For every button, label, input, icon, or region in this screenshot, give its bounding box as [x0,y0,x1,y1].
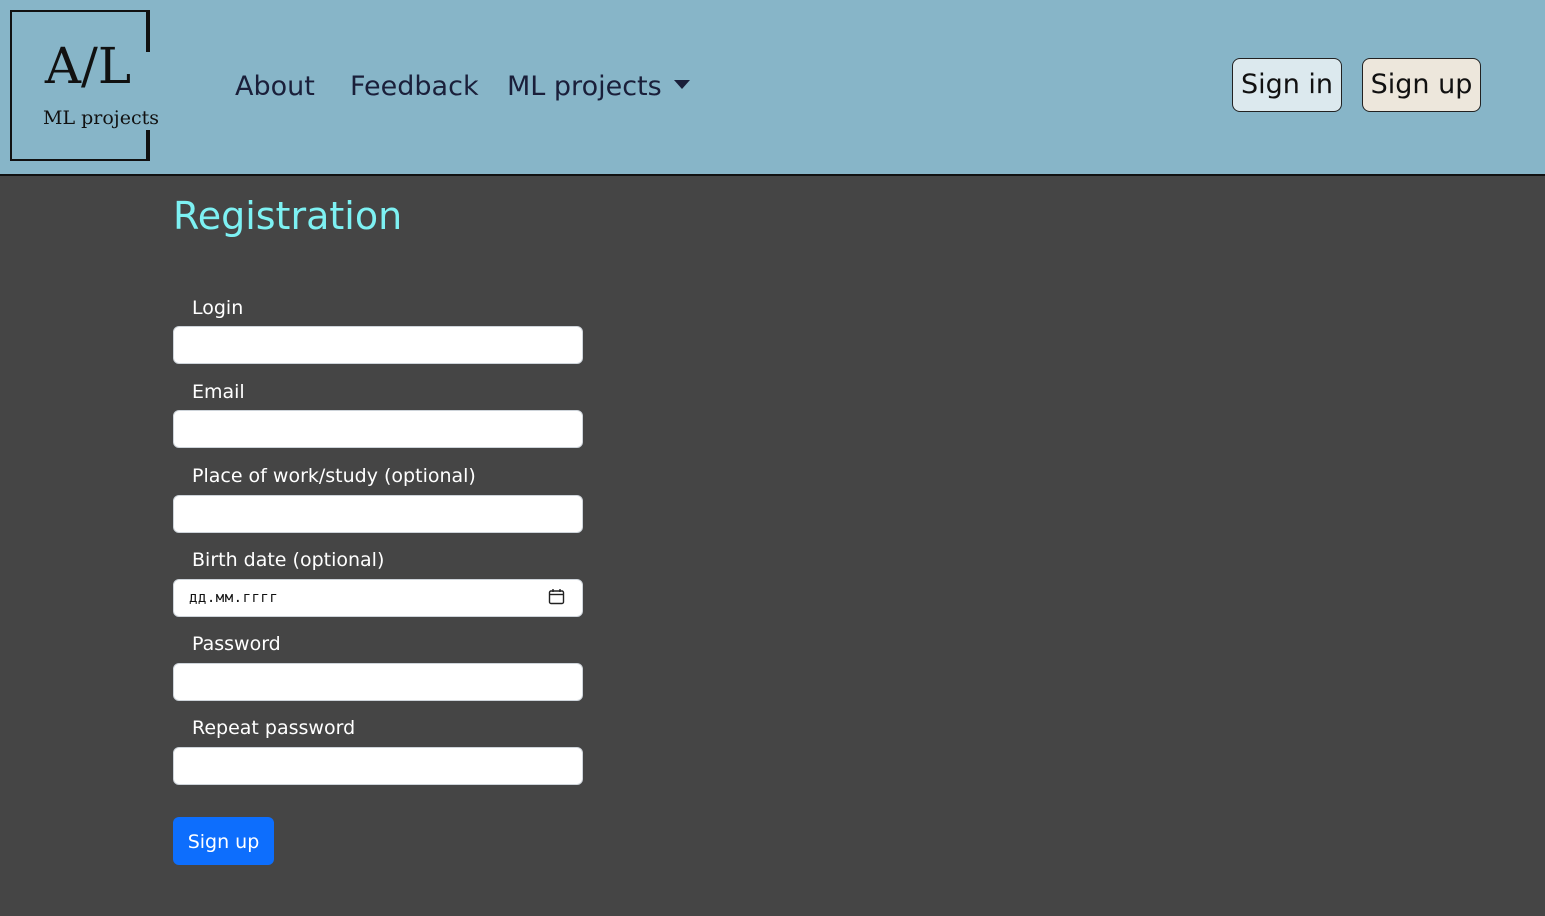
site-logo[interactable]: A/L ML projects [10,10,159,161]
calendar-icon[interactable] [548,588,565,605]
email-input[interactable] [173,410,583,448]
nav-link-about[interactable]: About [235,70,315,104]
sign-up-submit-button[interactable]: Sign up [173,817,274,865]
logo-sub-text: ML projects [43,107,159,129]
birth-date-placeholder: дд.мм.гггг [189,590,279,606]
nav-link-feedback[interactable]: Feedback [350,70,479,104]
login-input[interactable] [173,326,583,364]
nav-dropdown-ml-projects[interactable]: ML projects [507,70,690,104]
password-input[interactable] [173,663,583,701]
login-label: Login [192,297,244,319]
sign-in-button[interactable]: Sign in [1232,58,1342,112]
work-input[interactable] [173,495,583,533]
repeat-password-label: Repeat password [192,717,356,739]
logo-main-text: A/L [44,37,132,95]
work-label: Place of work/study (optional) [192,465,476,487]
nav-dropdown-label: ML projects [507,71,662,102]
page-title: Registration [173,194,403,238]
sign-up-nav-button[interactable]: Sign up [1362,58,1481,112]
navbar: A/L ML projects About Feedback ML projec… [0,0,1545,176]
repeat-password-input[interactable] [173,747,583,785]
email-label: Email [192,381,245,403]
password-label: Password [192,633,281,655]
birth-date-label: Birth date (optional) [192,549,385,571]
caret-down-icon [673,80,690,89]
